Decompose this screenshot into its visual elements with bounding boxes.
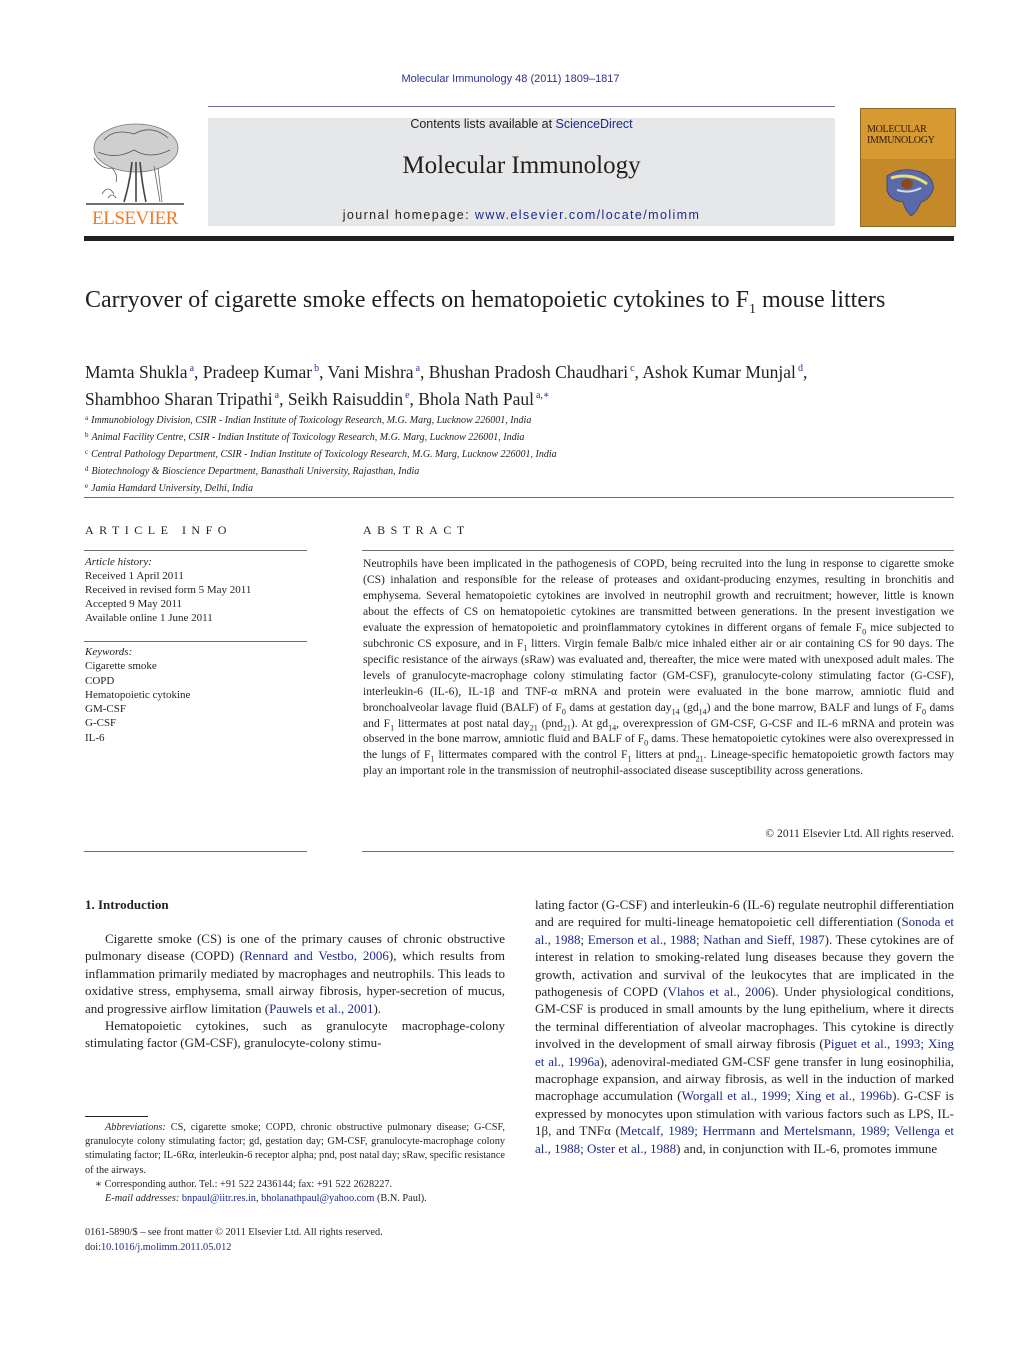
keyword: COPD: [85, 674, 115, 687]
keywords: Keywords: Cigarette smoke COPD Hematopoi…: [85, 645, 190, 745]
author[interactable]: Seikh Raisuddin e: [288, 389, 410, 409]
section-heading-introduction: 1. Introduction: [85, 897, 169, 912]
journal-homepage-line: journal homepage: www.elsevier.com/locat…: [208, 208, 835, 222]
history-item: Available online 1 June 2011: [85, 612, 213, 624]
cover-title: MOLECULAR IMMUNOLOGY: [867, 124, 935, 146]
keyword: Cigarette smoke: [85, 660, 157, 673]
keyword: GM-CSF: [85, 703, 126, 716]
homepage-prefix: journal homepage:: [342, 208, 475, 222]
abstract-text: Neutrophils have been implicated in the …: [363, 557, 955, 778]
sciencedirect-link[interactable]: ScienceDirect: [556, 117, 633, 131]
article-info-heading: ARTICLE INFO: [85, 523, 232, 537]
title-text-end: mouse litters: [756, 287, 886, 313]
keyword: Hematopoietic cytokine: [85, 688, 191, 701]
protein-structure-icon: [886, 169, 934, 217]
cover-title-line1: MOLECULAR: [867, 124, 927, 135]
citation-link[interactable]: Worgall et al., 1999; Xing et al., 1996b: [682, 1088, 893, 1103]
author[interactable]: Mamta Shukla a: [85, 362, 194, 382]
article-history: Article history: Received 1 April 2011 R…: [85, 555, 251, 625]
author[interactable]: Bhushan Pradosh Chaudhari c: [429, 362, 635, 382]
affiliation-marker[interactable]: a,∗: [536, 390, 550, 401]
abbreviations-footnote: Abbreviations: CS, cigarette smoke; COPD…: [85, 1122, 505, 1176]
affiliation-item: d Biotechnology & Bioscience Department, …: [85, 465, 420, 477]
abstract-heading: ABSTRACT: [363, 523, 470, 537]
history-item: Received in revised form 5 May 2011: [85, 584, 252, 596]
affiliation-marker[interactable]: c: [630, 363, 634, 374]
elsevier-wordmark: ELSEVIER: [92, 208, 178, 229]
journal-homepage-link[interactable]: www.elsevier.com/locate/molimm: [475, 208, 700, 222]
footnotes: Abbreviations: CS, cigarette smoke; COPD…: [85, 1121, 505, 1206]
title-subscript: 1: [749, 301, 757, 317]
paragraph: Hematopoietic cytokines, such as granulo…: [85, 1018, 505, 1051]
paragraph: lating factor (G-CSF) and interleukin-6 …: [535, 897, 955, 1156]
footnote-rule: [85, 1116, 148, 1117]
affiliation-item: e Jamia Hamdard University, Delhi, India: [85, 482, 253, 494]
paragraph: Cigarette smoke (CS) is one of the prima…: [85, 931, 505, 1016]
divider: [362, 550, 954, 551]
copyright-notice: © 2011 Elsevier Ltd. All rights reserved…: [765, 827, 954, 840]
author[interactable]: Shambhoo Sharan Tripathi a: [85, 389, 279, 409]
body-column-left: Cigarette smoke (CS) is one of the prima…: [85, 930, 505, 1052]
email-link[interactable]: bholanathpaul@yahoo.com: [261, 1193, 374, 1204]
keyword: IL-6: [85, 731, 105, 744]
divider: [84, 550, 307, 551]
author-list: Mamta Shukla a, Pradeep Kumar b, Vani Mish…: [85, 362, 808, 409]
citation-link[interactable]: Pauwels et al., 2001: [269, 1001, 373, 1016]
contents-prefix: Contents lists available at: [410, 117, 556, 131]
divider: [84, 641, 307, 642]
author[interactable]: Bhola Nath Paul a,∗: [418, 389, 549, 409]
affiliations: a Immunobiology Division, CSIR - Indian I…: [85, 411, 785, 496]
journal-title: Molecular Immunology: [402, 152, 641, 179]
citation-link[interactable]: Vlahos et al., 2006: [667, 984, 771, 999]
doi-line: doi:10.1016/j.molimm.2011.05.012: [85, 1241, 232, 1253]
affiliation-marker[interactable]: a: [190, 363, 194, 374]
affiliation-item: a Immunobiology Division, CSIR - Indian I…: [85, 414, 532, 426]
author[interactable]: Ashok Kumar Munjal d: [642, 362, 803, 382]
article-title: Carryover of cigarette smoke effects on …: [85, 285, 945, 325]
cover-title-line2: IMMUNOLOGY: [867, 135, 935, 146]
contents-available-line: Contents lists available at ScienceDirec…: [208, 117, 835, 131]
issn-line: 0161-5890/$ – see front matter © 2011 El…: [85, 1227, 383, 1238]
affiliation-marker[interactable]: d: [798, 363, 803, 374]
author[interactable]: Pradeep Kumar b: [203, 362, 319, 382]
keyword: G-CSF: [85, 717, 117, 730]
email-footnote: E-mail addresses: bnpaul@iitr.res.in, bh…: [105, 1193, 427, 1205]
keywords-label: Keywords:: [85, 646, 133, 658]
header-rule: [208, 106, 835, 107]
corresponding-author-footnote: ∗ Corresponding author. Tel.: +91 522 24…: [95, 1178, 393, 1190]
history-label: Article history:: [85, 556, 152, 568]
divider: [362, 851, 954, 852]
history-item: Accepted 9 May 2011: [85, 598, 183, 610]
affiliation-marker[interactable]: a: [275, 390, 279, 401]
title-text: Carryover of cigarette smoke effects on …: [85, 287, 750, 313]
section-divider: [84, 497, 954, 498]
affiliation-item: b Animal Facility Centre, CSIR - Indian I…: [85, 431, 525, 443]
divider: [84, 851, 307, 852]
affiliation-marker[interactable]: e: [405, 390, 409, 401]
journal-cover-image[interactable]: MOLECULAR IMMUNOLOGY: [860, 108, 956, 227]
email-link[interactable]: bnpaul@iitr.res.in: [182, 1193, 256, 1204]
header-thick-rule: [84, 236, 954, 241]
affiliation-item: c Central Pathology Department, CSIR - In…: [85, 448, 557, 460]
affiliation-marker[interactable]: b: [314, 363, 319, 374]
affiliation-marker[interactable]: a: [416, 363, 420, 374]
author[interactable]: Vani Mishra a: [328, 362, 420, 382]
front-matter: 0161-5890/$ – see front matter © 2011 El…: [85, 1226, 505, 1255]
body-column-right: lating factor (G-CSF) and interleukin-6 …: [535, 896, 954, 1157]
doi-link[interactable]: 10.1016/j.molimm.2011.05.012: [101, 1242, 231, 1253]
journal-reference-link[interactable]: Molecular Immunology 48 (2011) 1809–1817: [0, 73, 1021, 85]
citation-link[interactable]: Rennard and Vestbo, 2006: [244, 948, 389, 963]
history-item: Received 1 April 2011: [85, 570, 184, 582]
